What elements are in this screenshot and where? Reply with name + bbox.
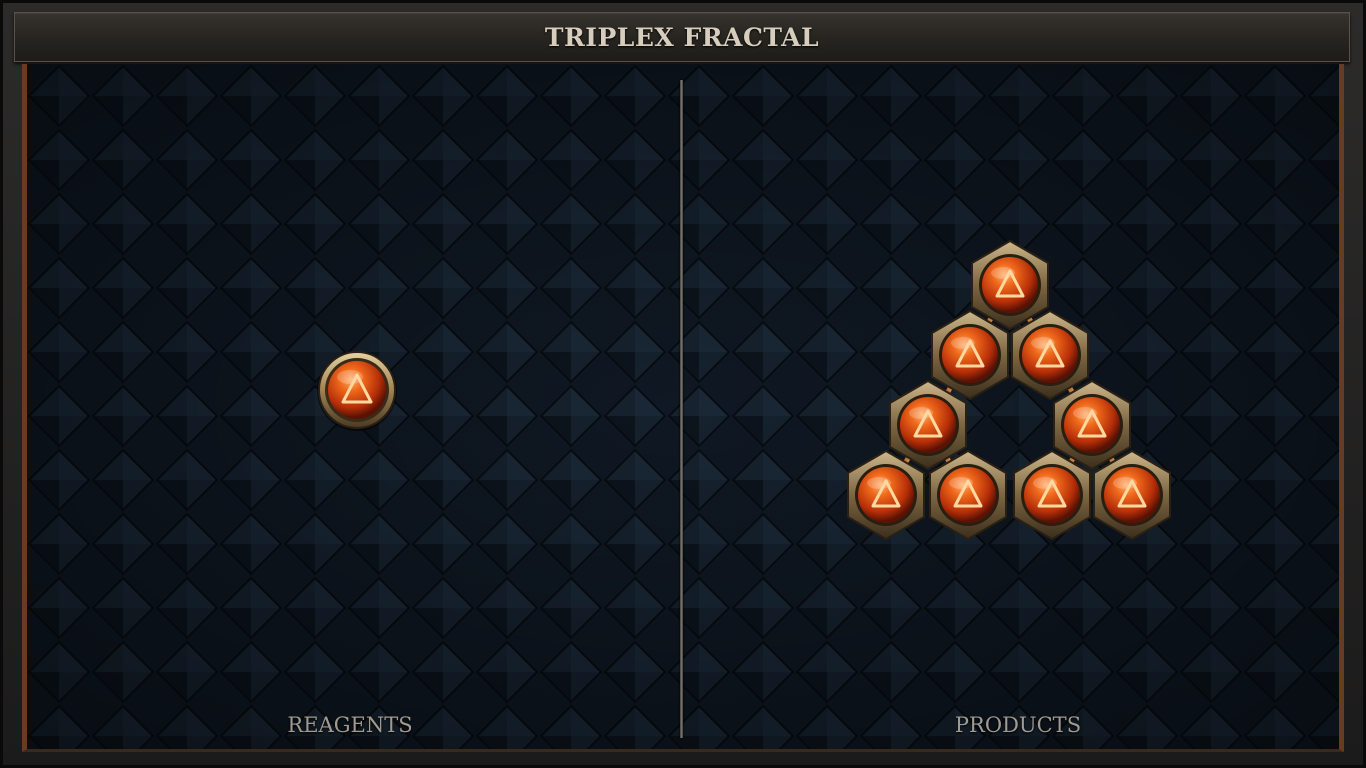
- product-orb: [1019, 324, 1081, 386]
- reagent-orb[interactable]: [317, 351, 397, 431]
- product-orb: [939, 324, 1001, 386]
- products-label: PRODUCTS: [954, 713, 1082, 737]
- product-orb: [979, 254, 1041, 316]
- product-orb: [1021, 464, 1083, 526]
- quilted-background: [27, 64, 1339, 749]
- reagents-label: REAGENTS: [287, 713, 413, 737]
- puzzle-title: TRIPLEX FRACTAL: [544, 22, 820, 52]
- product-orb: [1061, 394, 1123, 456]
- product-orb: [1101, 464, 1163, 526]
- product-orb: [855, 464, 917, 526]
- panel-divider: [680, 80, 683, 738]
- product-orb: [897, 394, 959, 456]
- game-board: [22, 64, 1344, 752]
- title-bar: TRIPLEX FRACTAL: [14, 12, 1350, 62]
- product-orb: [937, 464, 999, 526]
